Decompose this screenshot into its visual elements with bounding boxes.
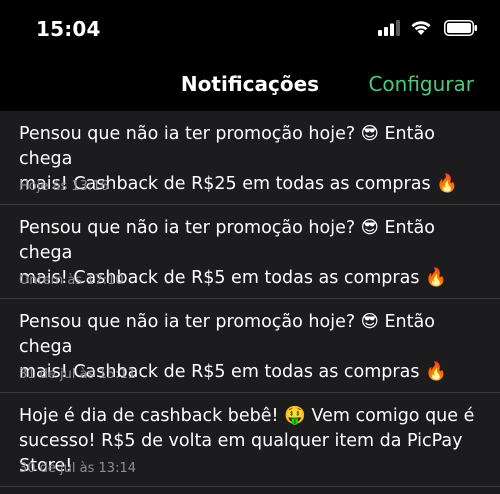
navigation-bar: Notificações Configurar	[0, 62, 500, 111]
battery-icon	[444, 20, 477, 36]
status-time: 15:04	[36, 17, 101, 41]
notification-item[interactable]: Pensou que não ia ter promoção hoje? 😎 E…	[0, 111, 500, 205]
notification-time: 30 de jul às 13:14	[19, 461, 136, 476]
configure-button[interactable]: Configurar	[368, 72, 474, 96]
notification-time: Ontem às 17:10	[19, 273, 124, 288]
notification-item[interactable]: Pensou que não ia ter promoção hoje? 😎 E…	[0, 299, 500, 393]
status-bar: 15:04	[0, 0, 500, 62]
cellular-signal-icon	[378, 20, 400, 36]
notification-item[interactable]: Pensou que não ia ter promoção hoje? 😎 E…	[0, 205, 500, 299]
notification-time: Hoje às 13:16	[19, 179, 109, 194]
notification-list: Pensou que não ia ter promoção hoje? 😎 E…	[0, 111, 500, 487]
wifi-icon	[411, 21, 431, 35]
notification-item[interactable]: Hoje é dia de cashback bebê! 🤑 Vem comig…	[0, 393, 500, 487]
notification-time: 31 de jul às 15:11	[19, 367, 136, 382]
